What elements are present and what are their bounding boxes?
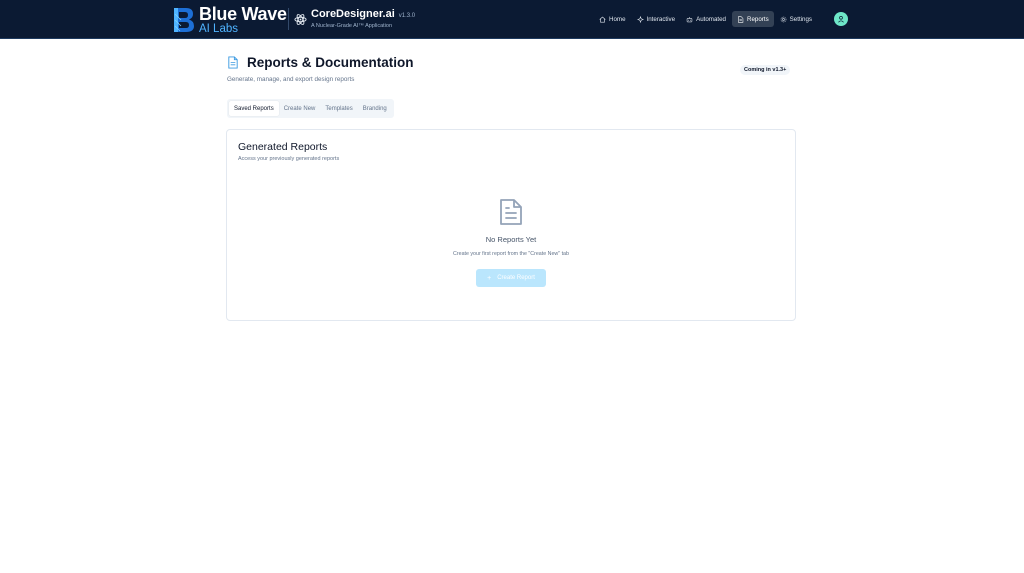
tab-create-new[interactable]: Create New — [279, 101, 321, 116]
create-report-label: Create Report — [497, 275, 535, 281]
nav-reports[interactable]: Reports — [732, 11, 774, 27]
top-navbar: Blue Wave AI Labs CoreDesigner.ai v1.3.0… — [0, 0, 1024, 39]
tab-saved-reports[interactable]: Saved Reports — [229, 101, 279, 116]
bot-icon — [686, 16, 693, 22]
home-icon — [599, 16, 606, 22]
page-subtitle: Generate, manage, and export design repo… — [227, 76, 355, 83]
nav-home[interactable]: Home — [594, 11, 631, 27]
reports-tabs: Saved Reports Create New Templates Brand… — [227, 99, 394, 118]
product-name: CoreDesigner.ai — [311, 8, 395, 20]
nav-reports-label: Reports — [747, 15, 769, 23]
empty-file-icon — [500, 199, 522, 225]
header-divider — [288, 8, 289, 30]
product-label: CoreDesigner.ai v1.3.0 A Nuclear-Grade A… — [294, 8, 415, 29]
status-badge: Coming in v1.3+ — [740, 65, 791, 75]
file-text-icon — [738, 15, 744, 23]
tab-templates[interactable]: Templates — [320, 101, 357, 116]
empty-state-title: No Reports Yet — [485, 235, 537, 244]
user-icon — [838, 16, 844, 23]
brand-name: Blue Wave — [199, 3, 287, 24]
brand-subtitle: AI Labs — [199, 22, 238, 35]
file-text-icon — [228, 56, 238, 69]
tab-branding[interactable]: Branding — [358, 101, 392, 116]
product-tagline: A Nuclear-Grade AI™ Application — [311, 23, 393, 29]
nav-settings-label: Settings — [789, 15, 813, 23]
create-report-button[interactable]: + Create Report — [476, 269, 546, 287]
brand-logo[interactable]: Blue Wave AI Labs — [172, 5, 287, 35]
nav-home-label: Home — [609, 15, 626, 23]
nav-interactive-label: Interactive — [646, 15, 676, 23]
bluewave-logo-icon — [174, 8, 194, 32]
gear-icon — [780, 16, 786, 22]
nav-interactive[interactable]: Interactive — [632, 11, 681, 27]
nav-automated[interactable]: Automated — [681, 11, 731, 27]
nav-automated-label: Automated — [696, 15, 726, 23]
main-nav: Home Interactive Automated Reports Setti… — [594, 11, 818, 27]
page-title: Reports & Documentation — [247, 55, 414, 70]
card-description: Access your previously generated reports — [238, 156, 340, 162]
product-version: v1.3.0 — [398, 13, 416, 19]
atom-icon — [294, 14, 307, 25]
generated-reports-card: Generated Reports Access your previously… — [226, 129, 796, 321]
plus-icon: + — [487, 274, 492, 282]
nav-settings[interactable]: Settings — [775, 11, 817, 27]
sparkle-icon — [636, 15, 644, 23]
user-avatar[interactable] — [834, 12, 848, 26]
empty-state-description: Create your first report from the "Creat… — [453, 251, 569, 257]
card-title: Generated Reports — [238, 141, 328, 153]
